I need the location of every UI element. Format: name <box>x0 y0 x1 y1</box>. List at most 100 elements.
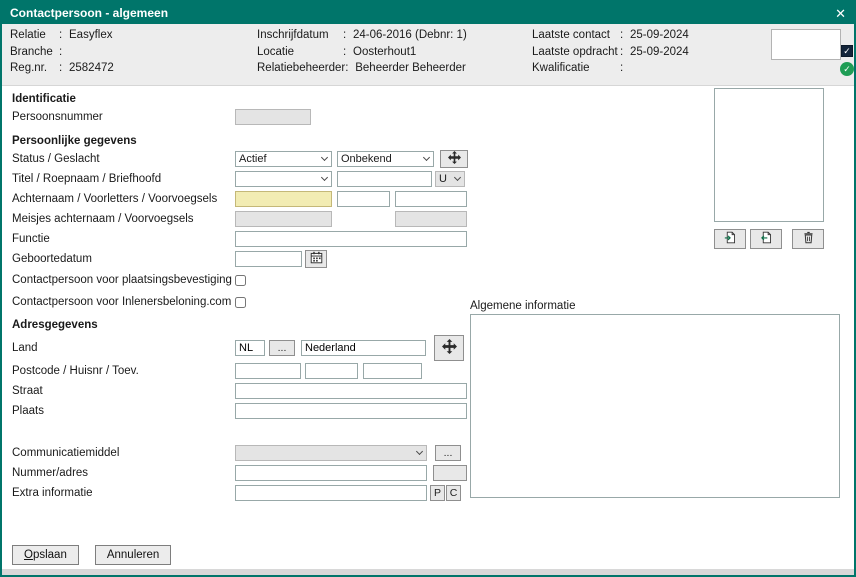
plaatsingsbevestiging-checkbox[interactable] <box>235 275 246 286</box>
chevron-down-icon <box>450 178 464 180</box>
meisjes-achternaam-input <box>235 211 332 227</box>
land-label: Land <box>12 342 235 354</box>
laatste-contact-value: 25-09-2024 <box>630 29 689 41</box>
locatie-value: Oosterhout1 <box>353 46 416 58</box>
form-body: Identificatie Persoonsnummer Persoonlijk… <box>2 86 854 572</box>
chevron-down-icon <box>412 452 426 454</box>
header-column-relatie: Relatie:Easyflex Branche: Reg.nr.:258247… <box>10 27 114 77</box>
regnr-label: Reg.nr. <box>10 62 59 74</box>
regnr-value: 2582472 <box>69 62 114 74</box>
functie-input[interactable] <box>235 231 467 247</box>
status-select[interactable]: Actief <box>235 151 332 167</box>
kwalificatie-label: Kwalificatie <box>532 62 620 74</box>
move-icon <box>448 151 461 167</box>
geboortedatum-row: Geboortedatum <box>12 249 844 269</box>
geboortedatum-label: Geboortedatum <box>12 253 235 265</box>
header-checkbox-checked[interactable]: ✓ <box>841 45 853 57</box>
chevron-down-icon <box>317 158 331 160</box>
relatie-label: Relatie <box>10 29 59 41</box>
geslacht-select[interactable]: Onbekend <box>337 151 434 167</box>
geboortedatum-input[interactable] <box>235 251 302 267</box>
extra-informatie-input[interactable] <box>235 485 427 501</box>
meisjes-voorvoegsels-input <box>395 211 467 227</box>
status-geslacht-label: Status / Geslacht <box>12 153 235 165</box>
photo-placeholder <box>714 88 824 222</box>
land-lookup-button[interactable]: ... <box>269 340 295 356</box>
algemene-informatie-textarea[interactable] <box>470 314 840 498</box>
postcode-label: Postcode / Huisnr / Toev. <box>12 365 235 377</box>
communicatiemiddel-label: Communicatiemiddel <box>12 447 235 459</box>
laatste-contact-label: Laatste contact <box>532 29 620 41</box>
meisjesnaam-label: Meisjes achternaam / Voorvoegsels <box>12 213 235 225</box>
nummer-adres-input[interactable] <box>235 465 427 481</box>
chevron-down-icon <box>419 158 433 160</box>
postcode-input[interactable] <box>235 363 301 379</box>
move-address-button[interactable] <box>434 335 464 361</box>
straat-input[interactable] <box>235 383 467 399</box>
header-column-inschrijving: Inschrijfdatum:24-06-2016 (Debnr: 1) Loc… <box>257 27 467 77</box>
inschrijfdatum-label: Inschrijfdatum <box>257 29 343 41</box>
voorletters-input[interactable] <box>337 191 390 207</box>
huisnr-input[interactable] <box>305 363 358 379</box>
trash-icon <box>802 231 815 247</box>
plaatsingsbevestiging-row: Contactpersoon voor plaatsingsbevestigin… <box>12 269 844 291</box>
c-button[interactable]: C <box>446 485 461 501</box>
delete-image-button[interactable] <box>792 229 824 249</box>
achternaam-label: Achternaam / Voorletters / Voorvoegsels <box>12 193 235 205</box>
achternaam-input[interactable] <box>235 191 332 207</box>
check-icon: ✓ <box>843 46 851 56</box>
photo-thumbnail <box>771 29 841 60</box>
titel-roepnaam-label: Titel / Roepnaam / Briefhoofd <box>12 173 235 185</box>
inlenersbeloning-checkbox[interactable] <box>235 297 246 308</box>
persoonsnummer-label: Persoonsnummer <box>12 111 235 123</box>
document-arrow-in-icon <box>724 231 737 247</box>
titel-select[interactable] <box>235 171 332 187</box>
move-fields-button[interactable] <box>440 150 468 168</box>
open-image-button[interactable] <box>750 229 782 249</box>
inlenersbeloning-row: Contactpersoon voor Inlenersbeloning.com <box>12 291 844 313</box>
voorvoegsels-input[interactable] <box>395 191 467 207</box>
header-summary: Relatie:Easyflex Branche: Reg.nr.:258247… <box>2 24 854 86</box>
land-code-input[interactable] <box>235 340 265 356</box>
calendar-icon <box>310 251 323 267</box>
extra-informatie-label: Extra informatie <box>12 487 235 499</box>
nummer-adres-label: Nummer/adres <box>12 467 235 479</box>
locatie-label: Locatie <box>257 46 343 58</box>
document-arrow-out-icon <box>760 231 773 247</box>
algemene-informatie-label: Algemene informatie <box>470 300 575 312</box>
plaatsingsbevestiging-label: Contactpersoon voor plaatsingsbevestigin… <box>12 274 235 286</box>
nummer-adres-extra-button <box>433 465 467 481</box>
relatiebeheerder-label: Relatiebeheerder <box>257 62 345 74</box>
footer-buttons: Opslaan Annuleren <box>12 545 171 565</box>
functie-label: Functie <box>12 233 235 245</box>
roepnaam-input[interactable] <box>337 171 432 187</box>
titlebar: Contactpersoon - algemeen ✕ <box>2 2 854 24</box>
window-title: Contactpersoon - algemeen <box>10 6 168 20</box>
straat-label: Straat <box>12 385 235 397</box>
inschrijfdatum-value: 24-06-2016 (Debnr: 1) <box>353 29 467 41</box>
communicatiemiddel-select <box>235 445 427 461</box>
inlenersbeloning-label: Contactpersoon voor Inlenersbeloning.com <box>12 296 235 308</box>
load-image-button[interactable] <box>714 229 746 249</box>
annuleren-button[interactable]: Annuleren <box>95 545 171 565</box>
opslaan-button[interactable]: Opslaan <box>12 545 79 565</box>
check-icon: ✓ <box>843 64 851 74</box>
communicatiemiddel-lookup-button[interactable]: ... <box>435 445 461 461</box>
window-resize-strip <box>2 569 854 575</box>
photo-toolbar <box>714 229 824 249</box>
briefhoofd-select: U <box>435 171 465 187</box>
toevoeging-input[interactable] <box>363 363 422 379</box>
move-icon <box>442 339 457 357</box>
land-naam-input[interactable] <box>301 340 426 356</box>
calendar-button[interactable] <box>305 250 327 268</box>
p-button[interactable]: P <box>430 485 445 501</box>
contactpersoon-dialog: Contactpersoon - algemeen ✕ Relatie:Easy… <box>0 0 856 577</box>
relatiebeheerder-value: Beheerder Beheerder <box>355 62 466 74</box>
status-ok-icon: ✓ <box>840 62 854 76</box>
laatste-opdracht-value: 25-09-2024 <box>630 46 689 58</box>
plaats-input[interactable] <box>235 403 467 419</box>
close-icon[interactable]: ✕ <box>835 7 846 20</box>
plaats-label: Plaats <box>12 405 235 417</box>
branche-label: Branche <box>10 46 59 58</box>
laatste-opdracht-label: Laatste opdracht <box>532 46 620 58</box>
